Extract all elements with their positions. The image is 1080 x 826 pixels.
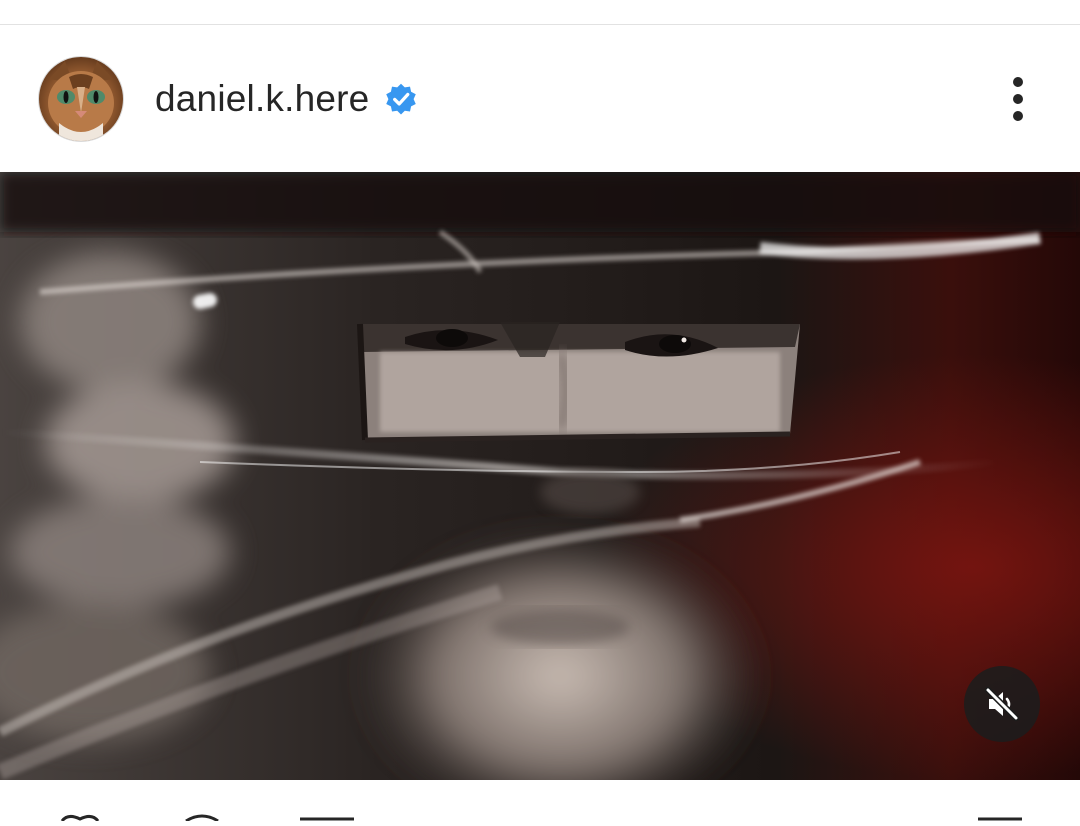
post-video[interactable] <box>0 172 1080 780</box>
avatar[interactable] <box>39 57 123 141</box>
username-link[interactable]: daniel.k.here <box>155 78 369 120</box>
like-icon[interactable] <box>58 808 102 822</box>
post-action-bar <box>0 780 1080 823</box>
video-frame-image <box>0 172 1080 780</box>
save-icon[interactable] <box>975 808 1025 821</box>
speaker-muted-icon <box>985 687 1019 721</box>
cat-avatar-image <box>48 61 114 141</box>
more-vertical-icon <box>1013 77 1023 121</box>
more-options-button[interactable] <box>995 71 1041 127</box>
mute-toggle-button[interactable] <box>964 666 1040 742</box>
share-icon[interactable] <box>298 808 358 821</box>
post-header: daniel.k.here <box>0 25 1080 172</box>
username-row: daniel.k.here <box>155 75 419 123</box>
comment-icon[interactable] <box>180 808 224 823</box>
verified-badge-icon <box>386 83 417 115</box>
